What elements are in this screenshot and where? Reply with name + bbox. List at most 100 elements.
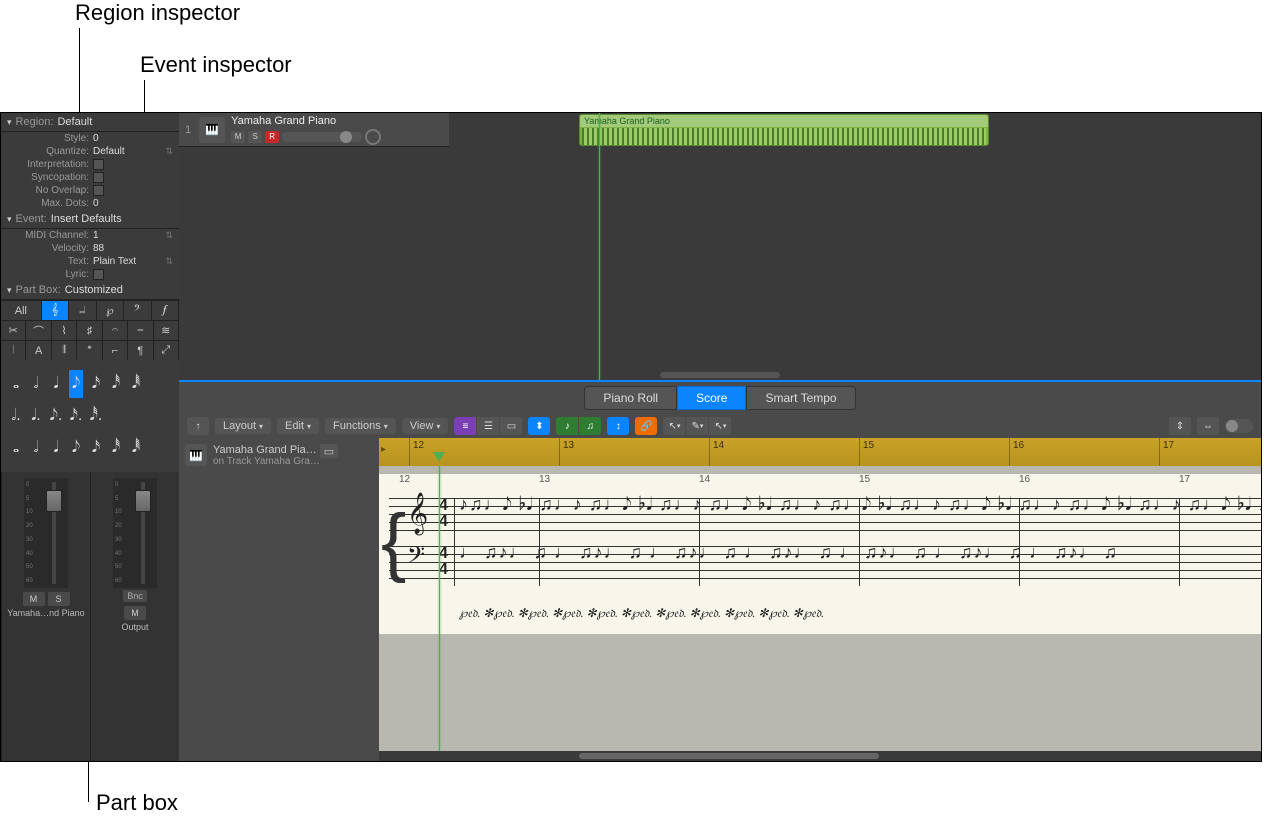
note-half[interactable]: 𝅗𝅥 — [29, 370, 43, 398]
zoom-horizontal-button[interactable]: ⇔ — [1197, 417, 1219, 435]
edit-menu[interactable]: Edit▾ — [277, 418, 319, 434]
zoom-vertical-button[interactable]: ⇕ — [1169, 417, 1191, 435]
tab-piano-roll[interactable]: Piano Roll — [584, 386, 677, 410]
partbox-item-notes[interactable]: 𝄞 — [42, 301, 69, 320]
event-lyric-row[interactable]: Lyric: — [1, 268, 179, 281]
partbox-item[interactable]: 𝄂 — [52, 341, 77, 360]
partbox-item-clef[interactable]: 𝄢 — [124, 301, 151, 320]
score-ruler[interactable]: ▸ 12 13 14 15 16 17 — [379, 438, 1261, 466]
partbox-item[interactable]: A — [26, 341, 51, 360]
region-maxdots-row[interactable]: Max. Dots: 0 — [1, 197, 179, 210]
interpretation-checkbox[interactable] — [93, 159, 104, 170]
ruler-playhead-marker[interactable] — [433, 452, 445, 462]
region-syncopation-row[interactable]: Syncopation: — [1, 171, 179, 184]
note-quarter[interactable]: 𝅘𝅥 — [49, 370, 63, 398]
zoom-to-fit-button[interactable]: ▭ — [320, 444, 338, 458]
region-style-row[interactable]: Style: 0 — [1, 132, 179, 145]
region-inspector-header[interactable]: ▾ Region: Default — [1, 113, 179, 132]
midi-region[interactable]: Yamaha Grand Piano — [579, 114, 989, 146]
note-thirtysecond[interactable]: 𝅘𝅥𝅰 — [109, 370, 123, 398]
mute-button[interactable]: M — [23, 592, 45, 606]
hierarchy-up-button[interactable]: ↑ — [187, 417, 209, 435]
solo-button[interactable]: S — [48, 592, 70, 606]
midi-in-button[interactable]: ⬍ — [528, 417, 550, 435]
note-tuplet[interactable]: 𝅘𝅥𝅰 — [109, 434, 123, 462]
partbox-header[interactable]: ▾ Part Box: Customized — [1, 281, 179, 300]
event-inspector-header[interactable]: ▾ Event: Insert Defaults — [1, 210, 179, 229]
note-tuplet[interactable]: 𝅗𝅥 — [29, 434, 43, 462]
syncopation-checkbox[interactable] — [93, 172, 104, 183]
partbox-item[interactable]: ⌒ — [26, 321, 51, 340]
note-tuplet[interactable]: 𝅘𝅥𝅱 — [129, 434, 143, 462]
track-region-lane[interactable]: Yamaha Grand Piano — [449, 113, 1261, 147]
midi-out-button[interactable]: ♪ — [556, 417, 578, 435]
note-eighth[interactable]: 𝅘𝅥𝅮 — [69, 370, 83, 398]
partbox-item[interactable]: ♯ — [77, 321, 102, 340]
catch-toggle[interactable] — [1225, 419, 1253, 433]
partbox-item[interactable]: ¶ — [128, 341, 153, 360]
partbox-item-pedal[interactable]: ℘ — [97, 301, 124, 320]
partbox-item[interactable]: 𝄐 — [103, 321, 128, 340]
region-nooverlap-row[interactable]: No Overlap: — [1, 184, 179, 197]
note-tuplet[interactable]: 𝅘𝅥𝅯 — [89, 434, 103, 462]
partbox-item[interactable]: ⌐ — [103, 341, 128, 360]
nooverlap-checkbox[interactable] — [93, 185, 104, 196]
lyric-checkbox[interactable] — [93, 269, 104, 280]
event-velocity-row[interactable]: Velocity: 88 — [1, 242, 179, 255]
event-text-row[interactable]: Text: Plain Text ⇅ — [1, 255, 179, 268]
track-record-button[interactable]: R — [265, 131, 279, 143]
notation-canvas[interactable]: 12 13 14 15 16 17 { 𝄞 44 — [379, 474, 1261, 634]
partbox-item[interactable]: ⤢ — [154, 341, 179, 360]
region-quantize-row[interactable]: Quantize: Default ⇅ — [1, 145, 179, 158]
partbox-item[interactable]: ⌇ — [52, 321, 77, 340]
view-menu[interactable]: View▾ — [402, 418, 449, 434]
track-header[interactable]: 1 🎹 Yamaha Grand Piano M S R — [179, 113, 449, 147]
event-midich-row[interactable]: MIDI Channel: 1 ⇅ — [1, 229, 179, 242]
partbox-item-dynamics[interactable]: 𝆑 — [152, 301, 179, 320]
notation-area[interactable]: 12 13 14 15 16 17 { 𝄞 44 — [379, 466, 1261, 751]
note-dot[interactable]: 𝅘𝅥. — [29, 402, 43, 430]
tab-smart-tempo[interactable]: Smart Tempo — [746, 386, 855, 410]
playhead[interactable] — [599, 113, 600, 380]
functions-menu[interactable]: Functions▾ — [325, 418, 396, 434]
note-tuplet[interactable]: 𝅘𝅥𝅮 — [69, 434, 83, 462]
tab-score[interactable]: Score — [677, 386, 746, 410]
tracks-background[interactable] — [179, 147, 1261, 380]
track-mute-button[interactable]: M — [231, 131, 245, 143]
layout-menu[interactable]: Layout▾ — [215, 418, 271, 434]
mute-button[interactable]: M — [124, 606, 146, 620]
note-whole[interactable]: 𝅝 — [9, 370, 23, 398]
track-solo-button[interactable]: S — [248, 131, 262, 143]
note-sixtyfourth[interactable]: 𝅘𝅥𝅱 — [129, 370, 143, 398]
track-volume-slider[interactable] — [282, 132, 362, 142]
fader[interactable]: 05102030405060 — [24, 478, 68, 588]
alt-tool[interactable]: ↖▾ — [709, 417, 731, 435]
music-notes-bass[interactable]: ♩ ♫♪♩ ♫ ♩ ♫♪♩ ♫ ♩ ♫♪♩ ♫ ♩ ♫♪♩ ♫ ♩ ♫♪♩ ♫ … — [459, 542, 1261, 642]
partbox-item[interactable]: ✂ — [1, 321, 26, 340]
page-view-button[interactable]: ▭ — [500, 417, 522, 435]
link-button[interactable]: 🔗 — [635, 417, 657, 435]
track-icon[interactable]: 🎹 — [199, 117, 225, 143]
note-dot[interactable]: 𝅘𝅥𝅰. — [89, 402, 103, 430]
note-tuplet[interactable]: 𝅝 — [9, 434, 23, 462]
partbox-item[interactable]: 𝄀 — [1, 341, 26, 360]
pencil-tool[interactable]: ✎▾ — [686, 417, 708, 435]
tracks-scrollbar[interactable] — [660, 372, 780, 378]
fader-cap[interactable] — [135, 490, 151, 512]
bounce-button[interactable]: Bnc — [123, 590, 147, 602]
wrapped-view-button[interactable]: ☰ — [477, 417, 499, 435]
partbox-item[interactable]: 𝄌 — [77, 341, 102, 360]
linear-view-button[interactable]: ≡ — [454, 417, 476, 435]
fader[interactable]: 05102030405060 — [113, 478, 157, 588]
fader-cap[interactable] — [46, 490, 62, 512]
pointer-tool[interactable]: ↖▾ — [663, 417, 685, 435]
midi-thru-button[interactable]: ♫ — [579, 417, 601, 435]
score-playhead[interactable] — [439, 466, 440, 751]
note-dot[interactable]: 𝅘𝅥𝅮. — [49, 402, 63, 430]
editor-scrollbar[interactable] — [379, 751, 1261, 761]
track-pan-knob[interactable] — [365, 129, 381, 145]
partbox-all[interactable]: All — [1, 301, 42, 320]
note-tuplet[interactable]: 𝅘𝅥 — [49, 434, 63, 462]
catch-button[interactable]: ↕ — [607, 417, 629, 435]
note-dot[interactable]: 𝅗𝅥. — [9, 402, 23, 430]
